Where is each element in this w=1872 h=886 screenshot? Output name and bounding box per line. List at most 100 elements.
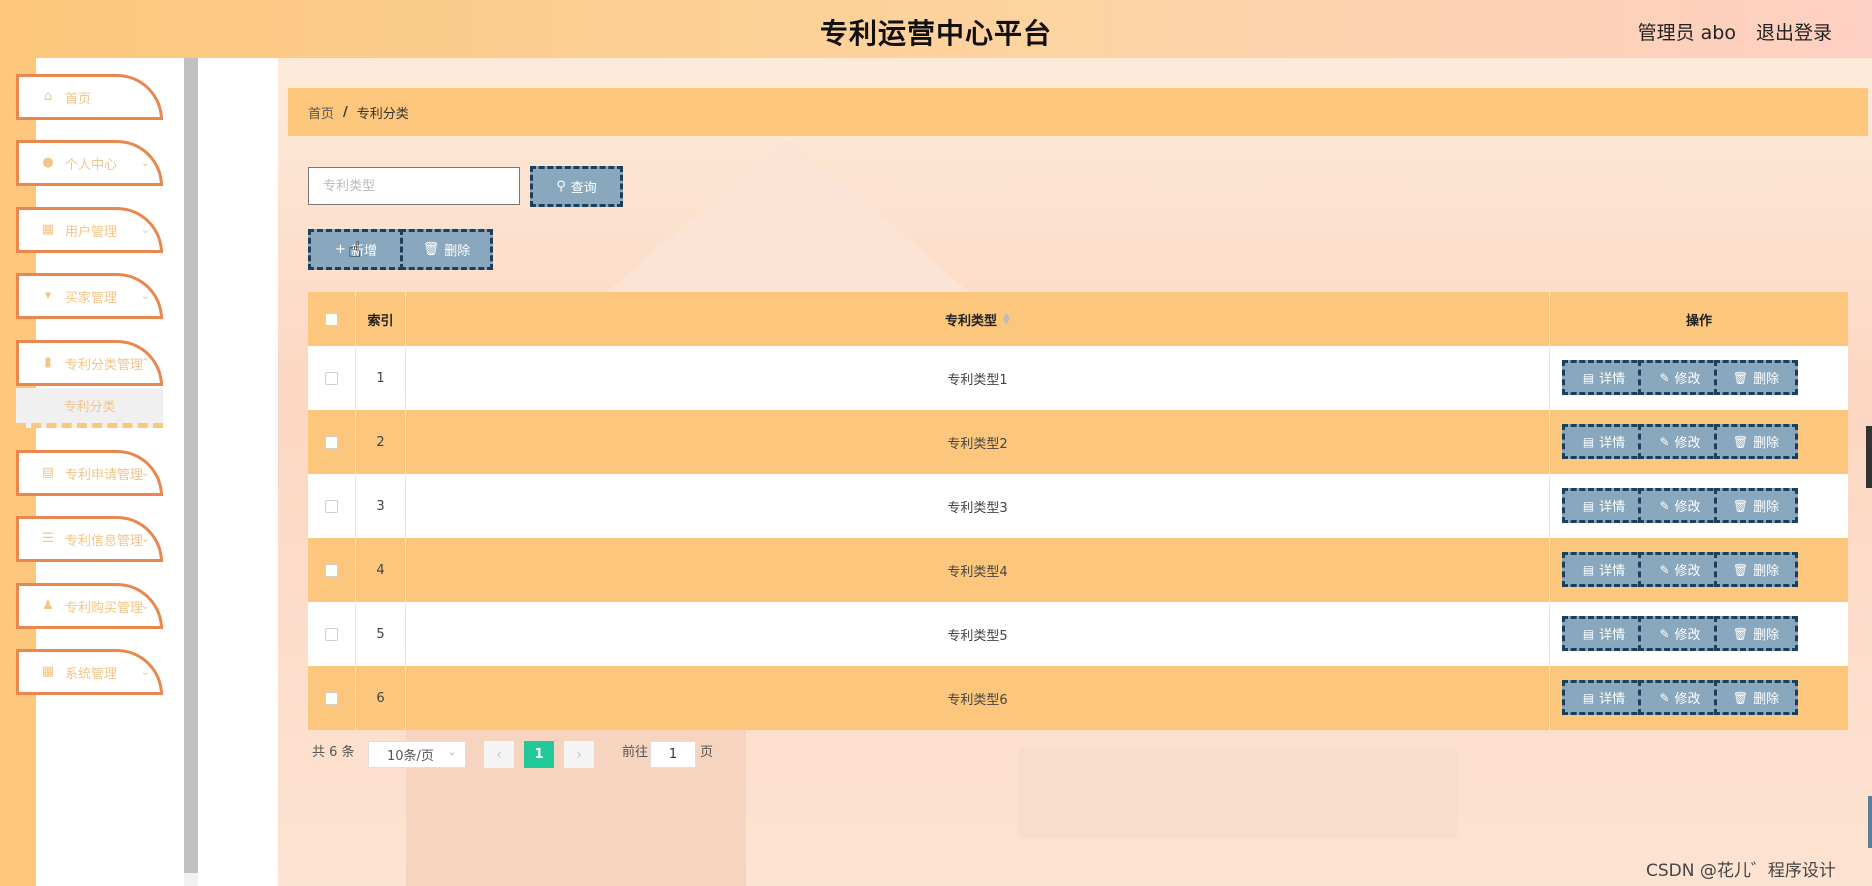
detail-button-label: 详情 [1599,436,1626,451]
sidebar-item-home[interactable]: ⌂ 首页 [16,74,163,120]
delete-button[interactable]: 🗑 删除 [1714,680,1798,715]
page-size-select[interactable]: 10条/页 ⌄ [368,741,466,768]
sidebar-item-patent-info-management[interactable]: ☰ 专利信息管理 ⌄ [16,516,163,562]
query-button[interactable]: ⚲ 查询 [530,166,623,207]
sidebar-item-label: 个人中心 [65,157,118,173]
header-checkbox-cell [308,292,356,346]
sidebar-item-patent-application-management[interactable]: ▤ 专利申请管理 ⌄ [16,450,163,496]
row-index: 2 [356,410,406,474]
scroll-handle[interactable] [1868,796,1872,848]
current-page-button[interactable]: 1 [524,741,554,768]
column-header-patent-type[interactable]: 专利类型 ▲ ▼ [406,292,1550,346]
table-row[interactable]: 1 专利类型1 ▤ 详情 ✎ 修改 🗑 删除 [308,346,1848,410]
detail-button[interactable]: ▤ 详情 [1562,360,1646,395]
sidebar-item-user-management[interactable]: ▦ 用户管理 ⌄ [16,207,163,253]
edit-button[interactable]: ✎ 修改 [1638,680,1722,715]
edit-button-label: 修改 [1674,372,1701,387]
trash-icon: 🗑 [1732,434,1749,449]
background-decoration [406,708,746,886]
row-actions: ▤ 详情 ✎ 修改 🗑 删除 [1550,538,1848,602]
column-header-index: 索引 [356,292,406,346]
table-row[interactable]: 2 专利类型2 ▤ 详情 ✎ 修改 🗑 删除 [308,410,1848,474]
logout-button[interactable]: 退出登录 [1756,18,1832,45]
sidebar-item-system-management[interactable]: ▦ 系统管理 ⌄ [16,649,163,695]
chevron-down-icon: ⌄ [140,466,150,479]
row-patent-type: 专利类型5 [406,602,1550,666]
row-actions: ▤ 详情 ✎ 修改 🗑 删除 [1550,410,1848,474]
edit-button-label: 修改 [1674,500,1701,515]
sort-icon[interactable]: ▲ ▼ [1003,312,1010,327]
top-header: 专利运营中心平台 管理员 abo 退出登录 [0,0,1872,58]
delete-button[interactable]: 🗑 删除 [1714,616,1798,651]
chevron-down-icon: ⌄ [140,532,150,545]
prev-page-button[interactable]: ‹ [484,741,514,768]
document-icon: ▤ [1582,626,1595,641]
row-checkbox[interactable] [325,691,338,705]
chevron-down-icon: ⌄ [140,599,150,612]
breadcrumb: 首页 / 专利分类 [288,88,1868,136]
sidebar-item-patent-purchase-management[interactable]: ♟ 专利购买管理 ⌄ [16,583,163,629]
edit-button[interactable]: ✎ 修改 [1638,616,1722,651]
sidebar-subitem-patent-category[interactable]: 专利分类 [16,388,163,428]
batch-delete-button[interactable]: 🗑 删除 [400,229,493,270]
chevron-down-icon: ⌄ [140,289,150,302]
detail-button[interactable]: ▤ 详情 [1562,616,1646,651]
scroll-handle[interactable] [1866,426,1872,488]
mouse-cursor-icon: ☝ [348,238,362,263]
pencil-icon: ✎ [1659,562,1670,577]
sidebar-gutter [198,58,278,886]
detail-button[interactable]: ▤ 详情 [1562,424,1646,459]
delete-button-label: 删除 [1753,628,1780,643]
chevron-up-icon: ⌃ [140,356,150,369]
grid-icon: ▦ [41,664,55,679]
row-patent-type: 专利类型3 [406,474,1550,538]
sidebar-item-label: 买家管理 [65,290,118,306]
patent-type-search-input[interactable] [308,167,520,205]
background-decoration [1018,748,1458,838]
sidebar-item-buyer-management[interactable]: ▾ 买家管理 ⌄ [16,273,163,319]
row-checkbox[interactable] [325,435,338,449]
select-all-checkbox[interactable] [325,312,338,326]
delete-button[interactable]: 🗑 删除 [1714,424,1798,459]
delete-button[interactable]: 🗑 删除 [1714,552,1798,587]
sliders-icon: ☰ [42,531,54,546]
detail-button[interactable]: ▤ 详情 [1562,680,1646,715]
row-checkbox[interactable] [325,563,338,577]
table-row[interactable]: 4 专利类型4 ▤ 详情 ✎ 修改 🗑 删除 [308,538,1848,602]
delete-button[interactable]: 🗑 删除 [1714,360,1798,395]
row-checkbox-cell [308,666,356,730]
row-actions: ▤ 详情 ✎ 修改 🗑 删除 [1550,346,1848,410]
goto-page-input[interactable] [650,741,696,768]
next-page-button[interactable]: › [564,741,594,768]
delete-button-label: 删除 [1753,500,1780,515]
sidebar-item-patent-category-management[interactable]: ▮ 专利分类管理 ⌃ [16,340,163,386]
delete-button-label: 删除 [1753,436,1780,451]
detail-button[interactable]: ▤ 详情 [1562,488,1646,523]
row-index: 3 [356,474,406,538]
search-icon: ⚲ [556,179,566,194]
row-checkbox-cell [308,474,356,538]
table-row[interactable]: 3 专利类型3 ▤ 详情 ✎ 修改 🗑 删除 [308,474,1848,538]
sidebar-item-label: 专利购买管理 [65,600,144,616]
query-button-label: 查询 [570,181,597,196]
trash-icon: 🗑 [1732,498,1749,513]
edit-button[interactable]: ✎ 修改 [1638,488,1722,523]
edit-button[interactable]: ✎ 修改 [1638,360,1722,395]
delete-button[interactable]: 🗑 删除 [1714,488,1798,523]
row-checkbox-cell [308,346,356,410]
edit-button[interactable]: ✎ 修改 [1638,424,1722,459]
row-checkbox[interactable] [325,371,338,385]
sidebar-item-personal-center[interactable]: ● 个人中心 ⌄ [16,140,163,186]
table-row[interactable]: 5 专利类型5 ▤ 详情 ✎ 修改 🗑 删除 [308,602,1848,666]
detail-button[interactable]: ▤ 详情 [1562,552,1646,587]
sidebar-subitem-label: 专利分类 [63,400,116,415]
sidebar-scroll-thumb[interactable] [184,58,198,873]
row-checkbox[interactable] [325,499,338,513]
table-row[interactable]: 6 专利类型6 ▤ 详情 ✎ 修改 🗑 删除 [308,666,1848,730]
breadcrumb-home-link[interactable]: 首页 [308,103,334,122]
row-index: 5 [356,602,406,666]
chevron-down-icon: ⌄ [140,223,150,236]
edit-button[interactable]: ✎ 修改 [1638,552,1722,587]
row-checkbox[interactable] [325,627,338,641]
sidebar-item-label: 专利申请管理 [65,467,144,483]
